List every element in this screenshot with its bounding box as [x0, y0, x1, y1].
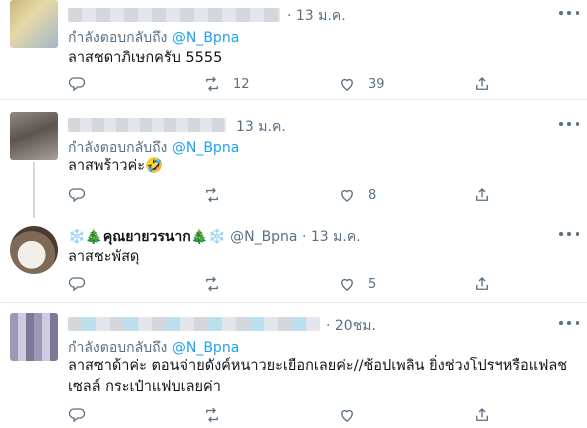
tweet-header: · 13 ม.ค.: [287, 5, 346, 27]
tweet-text-line: ลาสซาด้าค่ะ ตอนจ่ายดังค์หนาวยะเยือกเลยค่…: [68, 358, 568, 374]
reply-button[interactable]: [68, 74, 98, 94]
share-button[interactable]: [473, 185, 491, 205]
timestamp[interactable]: · 20ชม.: [326, 318, 376, 334]
avatar[interactable]: [10, 0, 58, 48]
tweet-3[interactable]: ❄️🎄คุณยายวรนาก🎄❄️ @N_Bpna · 13 ม.ค. ลาสช…: [0, 220, 587, 300]
tweet-text: ลาสซาด้าค่ะ ตอนจ่ายดังค์หนาวยะเยือกเลยค่…: [68, 356, 573, 398]
share-icon: [476, 188, 488, 201]
avatar[interactable]: [10, 313, 58, 361]
avatar[interactable]: [10, 112, 58, 160]
reply-button[interactable]: [68, 185, 98, 205]
tweet-actions: 12 39: [68, 74, 488, 94]
like-icon: [341, 278, 353, 291]
share-icon: [476, 277, 488, 290]
timestamp[interactable]: 13 ม.ค.: [236, 119, 286, 135]
timestamp[interactable]: · 13 ม.ค.: [287, 8, 346, 24]
tweet-actions: 5: [68, 274, 488, 294]
tweet-text-line: เซลล์ กระเป๋าแฟบเลยค่า: [68, 379, 221, 395]
retweet-icon: [206, 187, 218, 203]
reply-icon: [68, 408, 86, 423]
reply-icon: [68, 188, 86, 203]
like-button[interactable]: 8: [338, 185, 376, 205]
share-button[interactable]: [473, 74, 491, 94]
display-name-blurred[interactable]: [68, 8, 280, 22]
reply-prefix: กำลังตอบกลับถึง: [68, 30, 168, 46]
mention-link[interactable]: @N_Bpna: [172, 340, 239, 356]
like-count: 5: [368, 276, 377, 292]
reply-icon: [68, 277, 86, 292]
timestamp[interactable]: · 13 ม.ค.: [302, 229, 361, 245]
like-count: 39: [368, 76, 385, 92]
tweet-actions: [68, 405, 488, 425]
retweet-button[interactable]: [203, 405, 233, 425]
retweet-button[interactable]: 12: [203, 74, 250, 94]
mention-link[interactable]: @N_Bpna: [172, 30, 239, 46]
like-button[interactable]: 5: [338, 274, 376, 294]
share-icon: [476, 77, 488, 90]
more-icon[interactable]: [559, 316, 579, 330]
avatar[interactable]: [10, 226, 58, 274]
reply-icon: [68, 77, 86, 92]
more-icon[interactable]: [559, 227, 579, 241]
more-icon[interactable]: [559, 6, 579, 20]
reply-button[interactable]: [68, 405, 98, 425]
display-name-blurred[interactable]: [68, 317, 320, 331]
tweet-header: · 20ชม.: [326, 315, 376, 337]
like-button[interactable]: 39: [338, 74, 385, 94]
like-icon: [341, 189, 353, 202]
tweet-4[interactable]: · 20ชม. กำลังตอบกลับถึง @N_Bpna ลาสซาด้า…: [0, 303, 587, 428]
username[interactable]: @N_Bpna: [230, 229, 297, 245]
reply-prefix: กำลังตอบกลับถึง: [68, 340, 168, 356]
retweet-button[interactable]: [203, 274, 233, 294]
more-icon[interactable]: [559, 117, 579, 131]
reply-prefix: กำลังตอบกลับถึง: [68, 140, 168, 156]
tweet-header: 13 ม.ค.: [236, 116, 286, 138]
thread-connector: [33, 162, 35, 218]
share-button[interactable]: [473, 274, 491, 294]
tweet-text: ลาสชดาภิเษกครับ 5555: [68, 50, 223, 66]
like-icon: [341, 78, 353, 91]
mention-link[interactable]: @N_Bpna: [172, 140, 239, 156]
display-name[interactable]: ❄️🎄คุณยายวรนาก🎄❄️: [68, 229, 226, 245]
retweet-icon: [206, 407, 218, 423]
tweet-actions: 8: [68, 185, 488, 205]
retweet-count: 12: [233, 76, 250, 92]
tweet-1[interactable]: · 13 ม.ค. กำลังตอบกลับถึง @N_Bpna ลาสชดา…: [0, 0, 587, 104]
retweet-icon: [206, 276, 218, 292]
like-button[interactable]: [338, 405, 368, 425]
tweet-2[interactable]: 13 ม.ค. กำลังตอบกลับถึง @N_Bpna ลาสพร้าว…: [0, 100, 587, 220]
tweet-text: ลาสพร้าวค่ะ🤣: [68, 158, 164, 174]
display-name-blurred[interactable]: [68, 118, 226, 132]
like-icon: [341, 409, 353, 422]
share-icon: [476, 408, 488, 421]
tweet-text: ลาสชะพัสดุ: [68, 249, 140, 265]
tweet-header: ❄️🎄คุณยายวรนาก🎄❄️ @N_Bpna · 13 ม.ค.: [68, 226, 361, 248]
retweet-icon: [206, 76, 218, 92]
reply-button[interactable]: [68, 274, 98, 294]
like-count: 8: [368, 187, 377, 203]
replying-to: กำลังตอบกลับถึง @N_Bpna: [68, 27, 239, 49]
share-button[interactable]: [473, 405, 491, 425]
retweet-button[interactable]: [203, 185, 233, 205]
